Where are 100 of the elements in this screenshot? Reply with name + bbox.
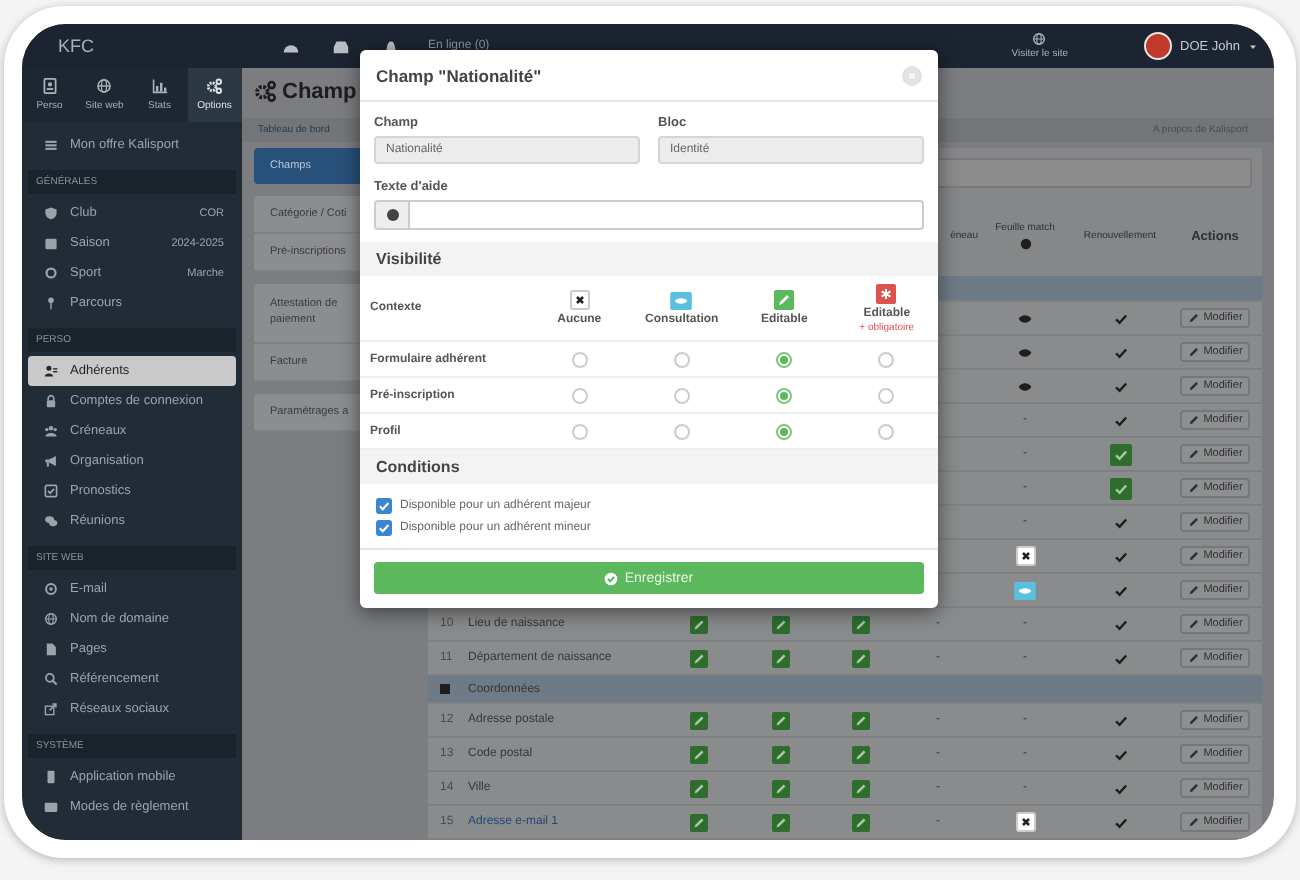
check-icon	[1113, 713, 1127, 727]
modal-title: Champ "Nationalité"	[376, 65, 542, 85]
pencil-box-icon	[771, 649, 789, 667]
checkbox[interactable]	[376, 520, 392, 536]
phone-icon	[44, 770, 58, 784]
radio-button[interactable]	[776, 387, 793, 403]
check-icon	[1113, 413, 1127, 427]
check-icon	[1113, 515, 1127, 529]
brand-name: KFC	[56, 36, 96, 56]
pencil-icon	[1187, 618, 1200, 630]
chat-icon	[44, 514, 58, 528]
eye-icon	[1018, 379, 1032, 393]
pencil-icon	[1187, 516, 1200, 528]
cross-box-icon	[1015, 812, 1035, 832]
radio-button[interactable]	[673, 387, 690, 403]
cross-box-icon	[569, 290, 590, 310]
at-sign-icon	[44, 582, 58, 596]
pencil-box-icon	[851, 615, 869, 633]
checkbox-icon	[44, 484, 58, 498]
pencil-box-icon	[774, 290, 795, 310]
pencil-box-icon	[771, 813, 789, 831]
pencil-box-icon	[771, 779, 789, 797]
radio-button[interactable]	[878, 387, 895, 403]
check-circle-icon	[604, 571, 619, 585]
pencil-icon	[1187, 652, 1200, 664]
section-title: Conditions	[360, 450, 938, 484]
pencil-icon	[1187, 448, 1200, 460]
radio-button[interactable]	[878, 351, 895, 367]
pencil-box-icon	[689, 745, 707, 763]
globe-icon	[1032, 32, 1047, 46]
pencil-box-icon	[851, 779, 869, 797]
pencil-box-icon	[771, 711, 789, 729]
close-button[interactable]	[902, 65, 922, 85]
pencil-icon	[1187, 714, 1200, 726]
pencil-box-icon	[851, 711, 869, 729]
check-icon	[1113, 549, 1127, 563]
section-title: Visibilité	[360, 242, 938, 276]
search-icon	[44, 672, 58, 686]
eye-icon	[1018, 345, 1032, 359]
pencil-icon	[1187, 550, 1200, 562]
user-list-icon	[44, 364, 58, 378]
check-icon	[1113, 651, 1127, 665]
help-text-field[interactable]	[410, 200, 924, 230]
radio-button[interactable]	[776, 423, 793, 439]
radio-button[interactable]	[673, 423, 690, 439]
radio-button[interactable]	[776, 351, 793, 367]
radio-button[interactable]	[878, 423, 895, 439]
pencil-icon	[1187, 482, 1200, 494]
pencil-box-icon	[851, 649, 869, 667]
globe-icon	[44, 612, 58, 626]
pencil-box-icon	[771, 615, 789, 633]
pencil-icon	[1187, 312, 1200, 324]
radio-button[interactable]	[571, 423, 588, 439]
lock-icon	[44, 394, 58, 408]
pencil-box-icon	[771, 745, 789, 763]
pencil-icon	[1187, 414, 1200, 426]
check-icon	[1113, 345, 1127, 359]
check-icon	[1113, 379, 1127, 393]
eye-icon	[1018, 311, 1032, 325]
pencil-box-icon	[689, 813, 707, 831]
close-icon	[906, 69, 918, 81]
radio-button[interactable]	[571, 387, 588, 403]
pencil-box-icon	[851, 745, 869, 763]
radio-button[interactable]	[673, 351, 690, 367]
id-card-icon	[41, 78, 58, 94]
document-icon	[44, 642, 58, 656]
eye-box-icon	[1014, 581, 1036, 599]
gears-icon	[254, 80, 276, 103]
radio-button[interactable]	[571, 351, 588, 367]
asterisk-box-icon	[876, 283, 897, 303]
cross-box-icon	[1015, 546, 1035, 566]
calendar-icon	[44, 236, 58, 250]
pencil-box-icon	[689, 615, 707, 633]
page-title: Champ	[282, 79, 357, 104]
avatar-icon	[1144, 32, 1172, 60]
pencil-box-icon	[851, 813, 869, 831]
pencil-box-icon	[689, 649, 707, 667]
pencil-icon	[1187, 816, 1200, 828]
check-icon	[1113, 311, 1127, 325]
check-icon	[1113, 583, 1127, 597]
pencil-icon	[1187, 748, 1200, 760]
globe-icon	[96, 78, 113, 94]
check-icon	[1113, 781, 1127, 795]
group-icon	[44, 424, 58, 438]
check-box-icon	[1109, 477, 1131, 499]
list-icon	[44, 138, 58, 152]
gears-icon	[206, 78, 223, 94]
checkbox[interactable]	[376, 498, 392, 514]
eye-box-icon	[670, 291, 693, 309]
ring-icon	[44, 266, 58, 280]
pencil-icon	[1187, 380, 1200, 392]
check-icon	[1113, 815, 1127, 829]
pencil-icon	[1187, 782, 1200, 794]
pencil-box-icon	[689, 779, 707, 797]
check-icon	[1113, 617, 1127, 631]
card-icon	[44, 800, 58, 814]
check-icon	[1113, 747, 1127, 761]
bar-chart-icon	[151, 78, 168, 94]
caret-icon	[1248, 41, 1258, 51]
check-box-icon	[1109, 443, 1131, 465]
